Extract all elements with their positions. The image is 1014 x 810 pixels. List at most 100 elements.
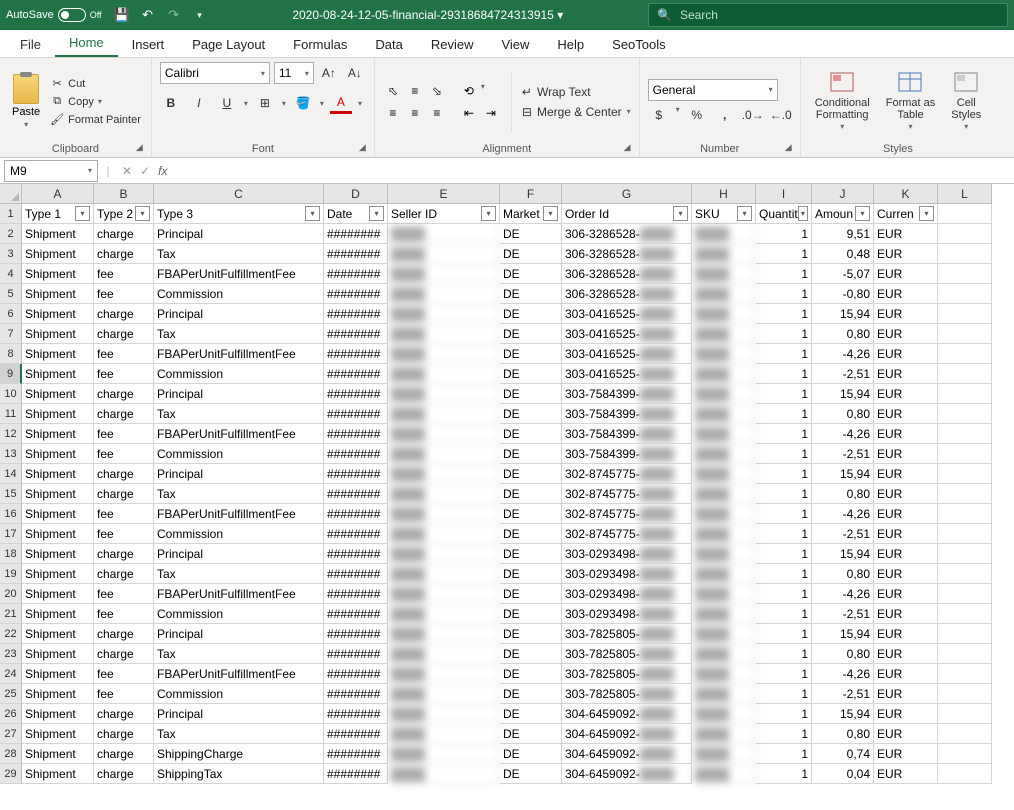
column-header[interactable]: H <box>692 184 756 204</box>
search-input[interactable]: 🔍 Search <box>648 3 1008 27</box>
font-name-select[interactable]: Calibri▾ <box>160 62 270 84</box>
increase-indent-icon[interactable]: ⇥ <box>481 104 501 122</box>
cell[interactable]: fee <box>94 364 154 384</box>
cell[interactable]: FBAPerUnitFulfillmentFee <box>154 264 324 284</box>
filter-button[interactable]: ▾ <box>481 206 496 221</box>
cell[interactable]: ████ <box>388 264 500 284</box>
cell[interactable] <box>938 644 992 664</box>
column-header[interactable]: B <box>94 184 154 204</box>
column-header[interactable]: F <box>500 184 562 204</box>
cell[interactable]: Tax <box>154 564 324 584</box>
row-header[interactable]: 14 <box>0 464 22 484</box>
cell[interactable]: EUR <box>874 424 938 444</box>
autosave-toggle[interactable]: AutoSave Off <box>6 8 102 22</box>
cell[interactable]: 0,80 <box>812 404 874 424</box>
cell[interactable] <box>938 704 992 724</box>
cell[interactable]: ######## <box>324 324 388 344</box>
cell[interactable]: DE <box>500 704 562 724</box>
column-header[interactable]: E <box>388 184 500 204</box>
tab-insert[interactable]: Insert <box>118 32 179 57</box>
cell[interactable]: 1 <box>756 484 812 504</box>
cell[interactable]: ████ <box>692 584 756 604</box>
cell[interactable] <box>938 424 992 444</box>
format-as-table-button[interactable]: Format as Table▾ <box>880 69 942 134</box>
cell[interactable]: fee <box>94 424 154 444</box>
cell[interactable]: -2,51 <box>812 444 874 464</box>
cell[interactable]: Commission <box>154 284 324 304</box>
cell[interactable]: ######## <box>324 544 388 564</box>
cell[interactable]: 1 <box>756 504 812 524</box>
cell-styles-button[interactable]: Cell Styles▾ <box>945 69 987 134</box>
cell[interactable]: 306-3286528-████ <box>562 224 692 244</box>
header-cell[interactable]: SKU▾ <box>692 204 756 224</box>
tab-review[interactable]: Review <box>417 32 488 57</box>
cell[interactable]: -4,26 <box>812 664 874 684</box>
filter-button[interactable]: ▾ <box>369 206 384 221</box>
cell[interactable]: EUR <box>874 564 938 584</box>
cell[interactable]: DE <box>500 464 562 484</box>
cell[interactable]: 1 <box>756 724 812 744</box>
cell[interactable]: ████ <box>692 684 756 704</box>
cut-button[interactable]: ✂Cut <box>48 76 143 92</box>
cell[interactable]: Shipment <box>22 264 94 284</box>
cell[interactable]: ######## <box>324 744 388 764</box>
cell[interactable]: ████ <box>692 664 756 684</box>
cell[interactable]: Shipment <box>22 424 94 444</box>
row-header[interactable]: 8 <box>0 344 22 364</box>
cell[interactable]: charge <box>94 564 154 584</box>
row-header[interactable]: 1 <box>0 204 22 224</box>
cell[interactable]: 304-6459092-████ <box>562 724 692 744</box>
cell[interactable]: ######## <box>324 304 388 324</box>
cell[interactable]: 1 <box>756 224 812 244</box>
cell[interactable]: charge <box>94 224 154 244</box>
cell[interactable]: Commission <box>154 604 324 624</box>
filter-button[interactable]: ▾ <box>75 206 90 221</box>
cell[interactable]: Shipment <box>22 504 94 524</box>
cell[interactable]: EUR <box>874 744 938 764</box>
cell[interactable] <box>938 444 992 464</box>
cell[interactable]: EUR <box>874 544 938 564</box>
cell[interactable]: FBAPerUnitFulfillmentFee <box>154 344 324 364</box>
cell[interactable]: Shipment <box>22 684 94 704</box>
cell[interactable] <box>938 584 992 604</box>
cell[interactable]: charge <box>94 544 154 564</box>
cell[interactable]: EUR <box>874 764 938 784</box>
align-right-icon[interactable]: ≡ <box>427 104 447 122</box>
cell[interactable]: 306-3286528-████ <box>562 264 692 284</box>
worksheet[interactable]: ABCDEFGHIJKL 1Type 1▾Type 2▾Type 3▾Date▾… <box>0 184 1014 810</box>
percent-format-icon[interactable]: % <box>686 105 708 125</box>
cell[interactable]: Principal <box>154 464 324 484</box>
cell[interactable]: Principal <box>154 624 324 644</box>
underline-button[interactable]: U <box>216 92 238 114</box>
cell[interactable]: ████ <box>388 584 500 604</box>
cell[interactable]: DE <box>500 724 562 744</box>
cell[interactable]: ████ <box>388 284 500 304</box>
row-header[interactable]: 29 <box>0 764 22 784</box>
cell[interactable]: -2,51 <box>812 524 874 544</box>
cell[interactable]: 1 <box>756 524 812 544</box>
cell[interactable]: EUR <box>874 384 938 404</box>
filter-button[interactable]: ▾ <box>305 206 320 221</box>
tab-data[interactable]: Data <box>361 32 416 57</box>
cell[interactable]: Shipment <box>22 404 94 424</box>
font-color-button[interactable]: A <box>330 92 352 114</box>
cell[interactable]: 1 <box>756 564 812 584</box>
cell[interactable]: fee <box>94 344 154 364</box>
cell[interactable]: ######## <box>324 604 388 624</box>
column-header[interactable]: G <box>562 184 692 204</box>
cell[interactable]: Shipment <box>22 564 94 584</box>
cell[interactable]: -4,26 <box>812 424 874 444</box>
cell[interactable]: ######## <box>324 684 388 704</box>
increase-decimal-icon[interactable]: .0→ <box>742 105 764 125</box>
accounting-format-icon[interactable]: $ <box>648 105 670 125</box>
cell[interactable]: fee <box>94 264 154 284</box>
cell[interactable] <box>938 304 992 324</box>
header-cell[interactable]: Quantit▾ <box>756 204 812 224</box>
cell[interactable] <box>938 344 992 364</box>
cell[interactable]: ######## <box>324 724 388 744</box>
cell[interactable]: DE <box>500 564 562 584</box>
cell[interactable]: DE <box>500 444 562 464</box>
cell[interactable]: 0,04 <box>812 764 874 784</box>
cell[interactable]: 15,94 <box>812 464 874 484</box>
cell[interactable]: 302-8745775-████ <box>562 464 692 484</box>
